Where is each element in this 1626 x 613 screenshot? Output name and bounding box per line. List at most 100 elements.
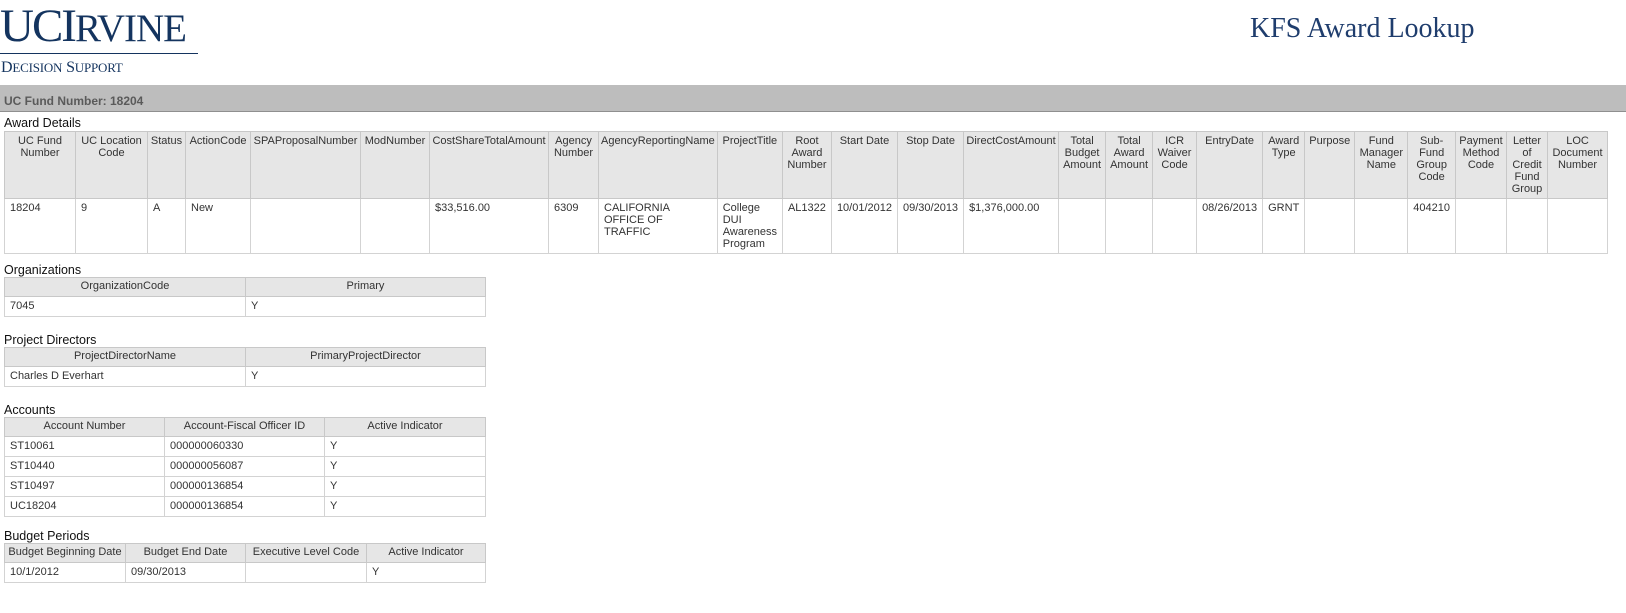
col-header-fund-manager-name: Fund Manager Name (1354, 131, 1409, 199)
col-header-uc-fund-number: UC Fund Number (4, 131, 76, 199)
cell-uc-location-code: 9 (75, 198, 148, 254)
cell-purpose (1304, 198, 1356, 254)
cell-account-number: ST10061 (4, 436, 165, 457)
table-row: UC18204 000000136854 Y (4, 496, 486, 517)
cell-account-fiscal-officer-id: 000000056087 (164, 456, 325, 477)
col-header-primaryprojectdirector: PrimaryProjectDirector (245, 347, 486, 367)
col-header-costsharetotalamount: CostShareTotalAmount (429, 131, 549, 199)
award-details-table: UC Fund Number UC Location Code Status Acti… (4, 131, 1609, 254)
col-header-organizationcode: OrganizationCode (4, 277, 246, 297)
col-header-purpose: Purpose (1304, 131, 1356, 199)
cell-organizationcode: 7045 (4, 296, 246, 317)
cell-actioncode: New (185, 198, 251, 254)
cell-active-indicator: Y (324, 476, 486, 497)
col-header-executive-level-code: Executive Level Code (245, 543, 367, 563)
fund-number-bar: UC Fund Number: 18204 (0, 85, 1626, 112)
col-header-spaproposalnumber: SPAProposalNumber (250, 131, 361, 199)
cell-account-fiscal-officer-id: 000000136854 (164, 476, 325, 497)
col-header-entrydate: EntryDate (1196, 131, 1264, 199)
col-header-account-fiscal-officer-id: Account-Fiscal Officer ID (164, 417, 325, 437)
col-header-primary: Primary (245, 277, 486, 297)
table-row: ST10497 000000136854 Y (4, 476, 486, 497)
budget-periods-title: Budget Periods (4, 529, 90, 543)
cell-sub-fund-group-code: 404210 (1407, 198, 1457, 254)
cell-active-indicator: Y (324, 456, 486, 477)
header-row: Budget Beginning Date Budget End Date Exec… (4, 543, 486, 563)
accounts-table: Account Number Account-Fiscal Officer ID A… (4, 417, 486, 517)
cell-account-fiscal-officer-id: 000000060330 (164, 436, 325, 457)
col-header-root-award-number: Root Award Number (781, 131, 832, 199)
col-header-total-budget-amount: Total Budget Amount (1058, 131, 1107, 199)
cell-executive-level-code (245, 562, 367, 583)
cell-uc-fund-number: 18204 (4, 198, 76, 254)
cell-total-award-amount (1105, 198, 1154, 254)
cell-primaryprojectdirector: Y (245, 366, 486, 387)
col-header-status: Status (147, 131, 186, 199)
logo-wordmark: UCIRVINE (0, 0, 187, 52)
logo-rule (0, 53, 198, 54)
budget-periods-table: Budget Beginning Date Budget End Date Exec… (4, 543, 486, 583)
col-header-directcostamount: DirectCostAmount (963, 131, 1060, 199)
cell-account-number: ST10440 (4, 456, 165, 477)
cell-account-number: ST10497 (4, 476, 165, 497)
col-header-actioncode: ActionCode (185, 131, 251, 199)
cell-total-budget-amount (1058, 198, 1107, 254)
cell-agency-number: 6309 (548, 198, 599, 254)
fund-number-label: UC Fund Number: 18204 (4, 94, 144, 108)
cell-active-indicator: Y (366, 562, 486, 583)
header-row: OrganizationCode Primary (4, 277, 486, 297)
accounts-title: Accounts (4, 403, 56, 417)
cell-loc-document-number (1547, 198, 1609, 254)
table-row: ST10440 000000056087 Y (4, 456, 486, 477)
cell-costsharetotalamount: $33,516.00 (429, 198, 549, 254)
col-header-agency-number: Agency Number (548, 131, 599, 199)
page-title: KFS Award Lookup (1250, 13, 1475, 44)
header-row: ProjectDirectorName PrimaryProjectDirecto… (4, 347, 486, 367)
cell-primary: Y (245, 296, 486, 317)
cell-icr-waiver-code (1152, 198, 1198, 254)
cell-entrydate: 08/26/2013 (1196, 198, 1264, 254)
table-row: Charles D Everhart Y (4, 366, 486, 387)
cell-letter-of-credit-fund-group (1506, 198, 1549, 254)
col-header-uc-location-code: UC Location Code (75, 131, 148, 199)
col-header-total-award-amount: Total Award Amount (1105, 131, 1154, 199)
project-directors-title: Project Directors (4, 333, 97, 347)
cell-start-date: 10/01/2012 (830, 198, 899, 254)
cell-fund-manager-name (1354, 198, 1409, 254)
col-header-letter-of-credit-fund-group: Letter of Credit Fund Group (1506, 131, 1549, 199)
project-directors-table: ProjectDirectorName PrimaryProjectDirecto… (4, 347, 486, 387)
cell-budget-beginning-date: 10/1/2012 (4, 562, 126, 583)
cell-account-number: UC18204 (4, 496, 165, 517)
cell-active-indicator: Y (324, 436, 486, 457)
organizations-title: Organizations (4, 263, 82, 277)
table-row: 18204 9 A New $33,516.00 6309 CALIFORNIA OFFIC… (4, 198, 1609, 254)
col-header-active-indicator: Active Indicator (366, 543, 486, 563)
cell-directcostamount: $1,376,000.00 (963, 198, 1060, 254)
col-header-projectdirectorname: ProjectDirectorName (4, 347, 246, 367)
cell-stop-date: 09/30/2013 (896, 198, 965, 254)
col-header-projecttitle: ProjectTitle (716, 131, 783, 199)
col-header-loc-document-number: LOC Document Number (1547, 131, 1609, 199)
cell-projecttitle: College DUI Awareness Program (716, 198, 783, 254)
col-header-modnumber: ModNumber (360, 131, 430, 199)
cell-root-award-number: AL1322 (781, 198, 832, 254)
cell-status: A (147, 198, 186, 254)
col-header-budget-end-date: Budget End Date (125, 543, 246, 563)
table-row: 7045 Y (4, 296, 486, 317)
cell-active-indicator: Y (324, 496, 486, 517)
col-header-active-indicator: Active Indicator (324, 417, 486, 437)
cell-budget-end-date: 09/30/2013 (125, 562, 246, 583)
cell-account-fiscal-officer-id: 000000136854 (164, 496, 325, 517)
organizations-table: OrganizationCode Primary 7045 Y (4, 277, 486, 317)
uci-logo: UCIRVINE DECISION SUPPORT (0, 0, 200, 76)
logo-subtitle: DECISION SUPPORT (1, 59, 123, 76)
cell-payment-method-code (1455, 198, 1508, 254)
cell-spaproposalnumber (250, 198, 361, 254)
table-row: ST10061 000000060330 Y (4, 436, 486, 457)
col-header-award-type: Award Type (1262, 131, 1306, 199)
col-header-stop-date: Stop Date (896, 131, 965, 199)
col-header-budget-beginning-date: Budget Beginning Date (4, 543, 126, 563)
table-row: 10/1/2012 09/30/2013 Y (4, 562, 486, 583)
col-header-start-date: Start Date (830, 131, 899, 199)
award-details-title: Award Details (4, 116, 81, 130)
